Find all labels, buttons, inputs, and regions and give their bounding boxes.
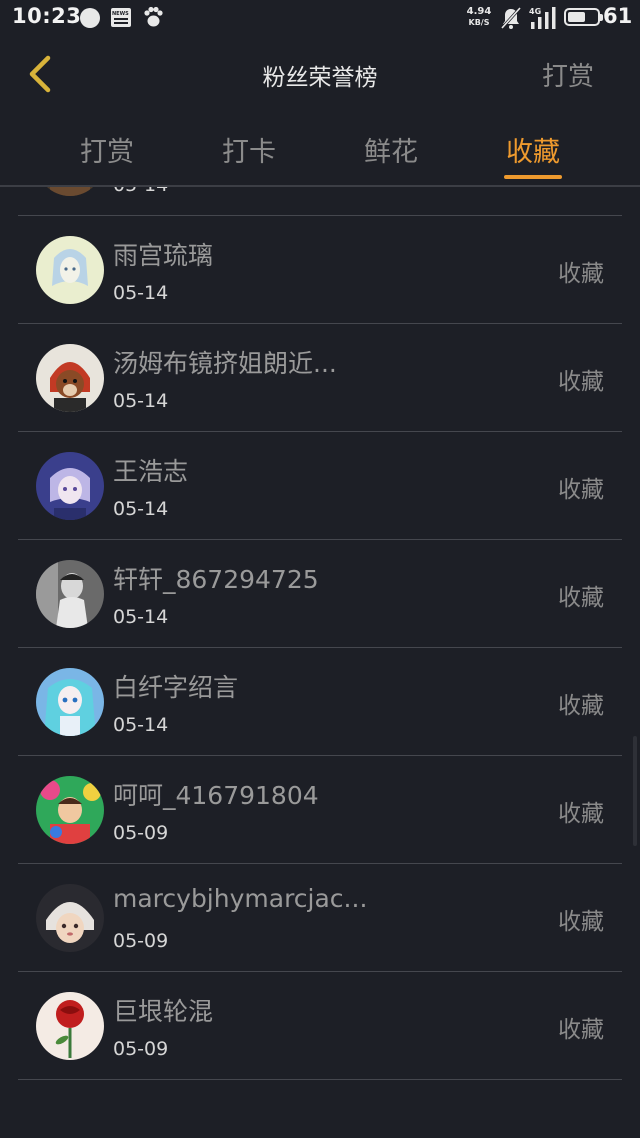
tab-checkin[interactable]: 打卡 xyxy=(209,130,289,169)
screen: 10:23 NEWS 4.94 KB/S 4G 61 粉丝荣誉榜 打赏 打赏 打… xyxy=(0,0,640,1138)
fan-action-label: 收藏 xyxy=(558,585,604,611)
fan-action-label: 收藏 xyxy=(558,1017,604,1043)
fan-row[interactable]: 雨宫琉璃 05-14 收藏 xyxy=(0,216,640,324)
net-speed-value: 4.94 xyxy=(466,6,492,17)
fan-name: 巨垠轮混 xyxy=(113,997,214,1026)
header: 粉丝荣誉榜 打赏 xyxy=(0,36,640,112)
fan-action-label: 收藏 xyxy=(558,909,604,935)
fan-action-label: 收藏 xyxy=(558,369,604,395)
status-bar: 10:23 NEWS 4.94 KB/S 4G 61 xyxy=(0,0,640,36)
news-icon: NEWS xyxy=(111,8,131,27)
fan-row[interactable]: 柒阁主 05-14 收藏 xyxy=(0,187,640,216)
fan-date: 05-14 xyxy=(113,714,169,736)
battery-fill xyxy=(568,12,586,22)
net-speed: 4.94 KB/S xyxy=(464,6,494,28)
avatar-red-rose[interactable] xyxy=(36,992,104,1060)
avatar-image xyxy=(36,344,104,412)
fan-row[interactable]: 白纤字绍言 05-14 收藏 xyxy=(0,648,640,756)
fan-date: 05-14 xyxy=(113,187,168,196)
tab-flowers[interactable]: 鲜花 xyxy=(351,130,431,169)
avatar-image xyxy=(36,776,104,844)
fan-name: 王浩志 xyxy=(113,457,189,486)
fan-action-label: 收藏 xyxy=(558,477,604,503)
fan-action-label: 收藏 xyxy=(558,801,604,827)
fan-action-label: 收藏 xyxy=(558,261,604,287)
fan-name: 白纤字绍言 xyxy=(113,673,239,702)
avatar-anime-sketch[interactable] xyxy=(36,236,104,304)
fan-row[interactable]: marcybjhymarcjac... 05-09 收藏 xyxy=(0,864,640,972)
avatar-image xyxy=(36,560,104,628)
fan-date: 05-14 xyxy=(113,606,169,628)
scrollbar[interactable] xyxy=(633,736,637,846)
signal-icon: 4G xyxy=(529,7,556,29)
fan-date: 05-09 xyxy=(113,1038,169,1060)
fan-row[interactable]: 巨垠轮混 05-09 收藏 xyxy=(0,972,640,1080)
row-divider xyxy=(18,1078,622,1080)
network-type: 4G xyxy=(529,7,541,16)
fan-list[interactable]: 柒阁主 05-14 收藏 雨宫琉璃 05-14 收藏 汤姆布镜挤姐朗近... 0… xyxy=(0,187,640,1138)
reward-button[interactable]: 打赏 xyxy=(542,56,594,93)
fan-action-label: 收藏 xyxy=(558,693,604,719)
fan-date: 05-09 xyxy=(113,930,169,952)
fan-row[interactable]: 呵呵_416791804 05-09 收藏 xyxy=(0,756,640,864)
news-icon-label: NEWS xyxy=(112,11,129,17)
avatar-colorful-kid[interactable] xyxy=(36,776,104,844)
bell-off-icon xyxy=(500,6,522,30)
fan-date: 05-14 xyxy=(113,390,169,412)
fan-row[interactable]: 汤姆布镜挤姐朗近... 05-14 收藏 xyxy=(0,324,640,432)
avatar-dog-red-hood[interactable] xyxy=(36,344,104,412)
fan-name: 雨宫琉璃 xyxy=(113,241,214,270)
fan-date: 05-09 xyxy=(113,822,169,844)
avatar-image xyxy=(36,452,104,520)
fan-date: 05-14 xyxy=(113,282,169,304)
fan-row[interactable]: 王浩志 05-14 收藏 xyxy=(0,432,640,540)
net-speed-unit: KB/S xyxy=(468,18,490,27)
status-time: 10:23 xyxy=(12,4,82,28)
tab-reward[interactable]: 打赏 xyxy=(67,130,147,169)
battery-icon xyxy=(564,8,603,26)
fan-name: 汤姆布镜挤姐朗近... xyxy=(113,349,337,378)
paw-icon xyxy=(144,6,163,27)
chat-bubble-icon xyxy=(80,8,100,28)
active-tab-indicator xyxy=(504,175,562,179)
fan-name: 呵呵_416791804 xyxy=(113,781,319,810)
fan-name: 轩轩_867294725 xyxy=(113,565,319,594)
avatar-anime-purple[interactable] xyxy=(36,452,104,520)
fan-name: marcybjhymarcjac... xyxy=(113,884,368,913)
avatar-image xyxy=(36,668,104,736)
tab-favorites[interactable]: 收藏 xyxy=(493,130,573,169)
avatar-image xyxy=(36,236,104,304)
battery-percent: 61 xyxy=(603,4,633,28)
fan-date: 05-14 xyxy=(113,498,169,520)
avatar-blonde-portrait[interactable] xyxy=(36,187,104,196)
fan-row[interactable]: 轩轩_867294725 05-14 收藏 xyxy=(0,540,640,648)
avatar-image xyxy=(36,884,104,952)
avatar-bw-girl[interactable] xyxy=(36,560,104,628)
avatar-image xyxy=(36,992,104,1060)
avatar-image xyxy=(36,187,104,196)
avatar-anime-blue-hair[interactable] xyxy=(36,668,104,736)
avatar-baby-hat[interactable] xyxy=(36,884,104,952)
